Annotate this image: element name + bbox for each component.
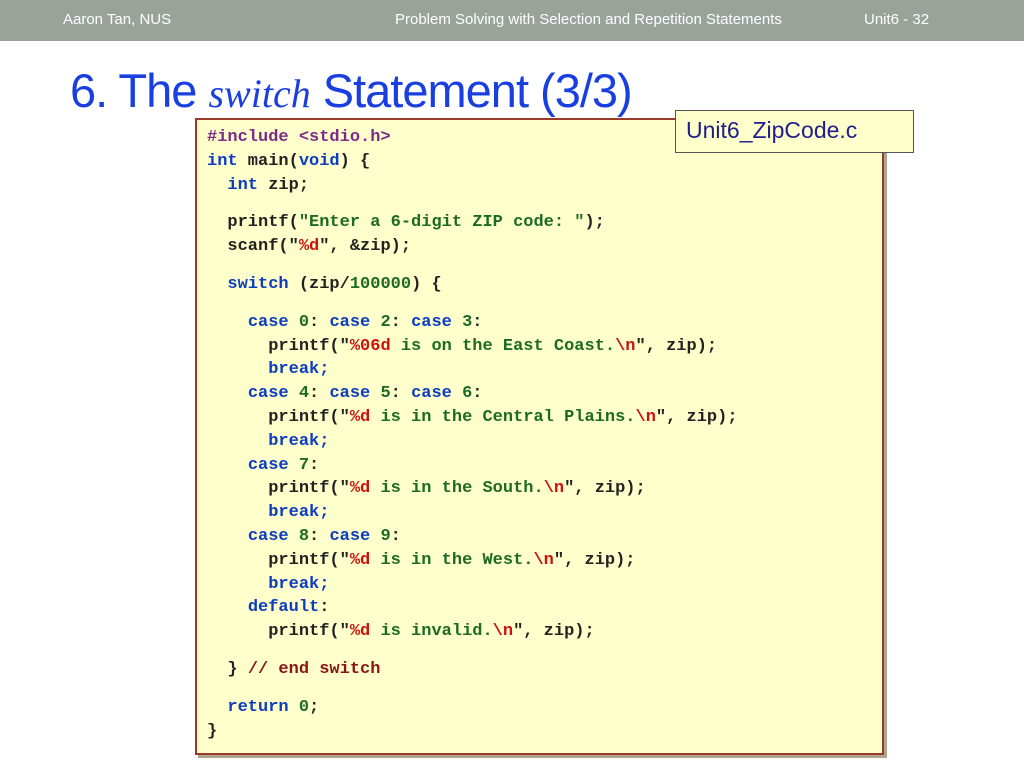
code-line-case-east: case 0: case 2: case 3:	[247, 312, 483, 332]
code-line-printf-south: printf("%d is in the South.\n", zip);	[268, 479, 646, 499]
code-line-break: break;	[268, 574, 330, 594]
code-line-return: return 0;	[227, 697, 320, 717]
title-prefix: 6. The	[70, 64, 197, 117]
code-line-decl: int zip;	[227, 175, 310, 195]
code-line-scanf: scanf("%d", &zip);	[227, 237, 412, 257]
code-line-printf-invalid: printf("%d is invalid.\n", zip);	[268, 622, 595, 642]
code-line-close-brace: }	[207, 721, 218, 741]
filename-label: Unit6_ZipCode.c	[675, 110, 914, 153]
title-keyword: switch	[208, 71, 311, 116]
code-line-include: #include <stdio.h>	[207, 128, 391, 147]
code-line-printf-east: printf("%06d is on the East Coast.\n", z…	[268, 336, 718, 356]
code-line-case-south: case 7:	[247, 455, 320, 475]
code-line-case-west: case 8: case 9:	[247, 526, 401, 546]
code-line-case-central: case 4: case 5: case 6:	[247, 384, 483, 404]
code-listing-box: #include <stdio.h> int main(void) { int …	[195, 118, 884, 755]
header-topic: Problem Solving with Selection and Repet…	[395, 11, 782, 28]
code-line-printf-west: printf("%d is in the West.\n", zip);	[268, 550, 636, 570]
code-line-main: int main(void) {	[207, 151, 371, 171]
title-suffix: Statement (3/3)	[322, 64, 633, 117]
code-line-end-switch: } // end switch	[227, 659, 381, 679]
code-line-break: break;	[268, 503, 330, 523]
header-page-number: Unit6 - 32	[864, 11, 930, 28]
code-line-printf-prompt: printf("Enter a 6-digit ZIP code: ");	[227, 213, 605, 233]
slide-header-bar: Aaron Tan, NUS Problem Solving with Sele…	[0, 0, 1024, 41]
code-line-default: default:	[247, 598, 330, 618]
code-line-break: break;	[268, 431, 330, 451]
code-line-switch: switch (zip/100000) {	[227, 274, 442, 294]
code-line-printf-central: printf("%d is in the Central Plains.\n",…	[268, 407, 738, 427]
code-listing: #include <stdio.h> int main(void) { int …	[207, 126, 738, 743]
slide-title: 6. The switch Statement (3/3)	[70, 63, 633, 118]
header-author: Aaron Tan, NUS	[63, 11, 172, 28]
code-line-break: break;	[268, 360, 330, 380]
